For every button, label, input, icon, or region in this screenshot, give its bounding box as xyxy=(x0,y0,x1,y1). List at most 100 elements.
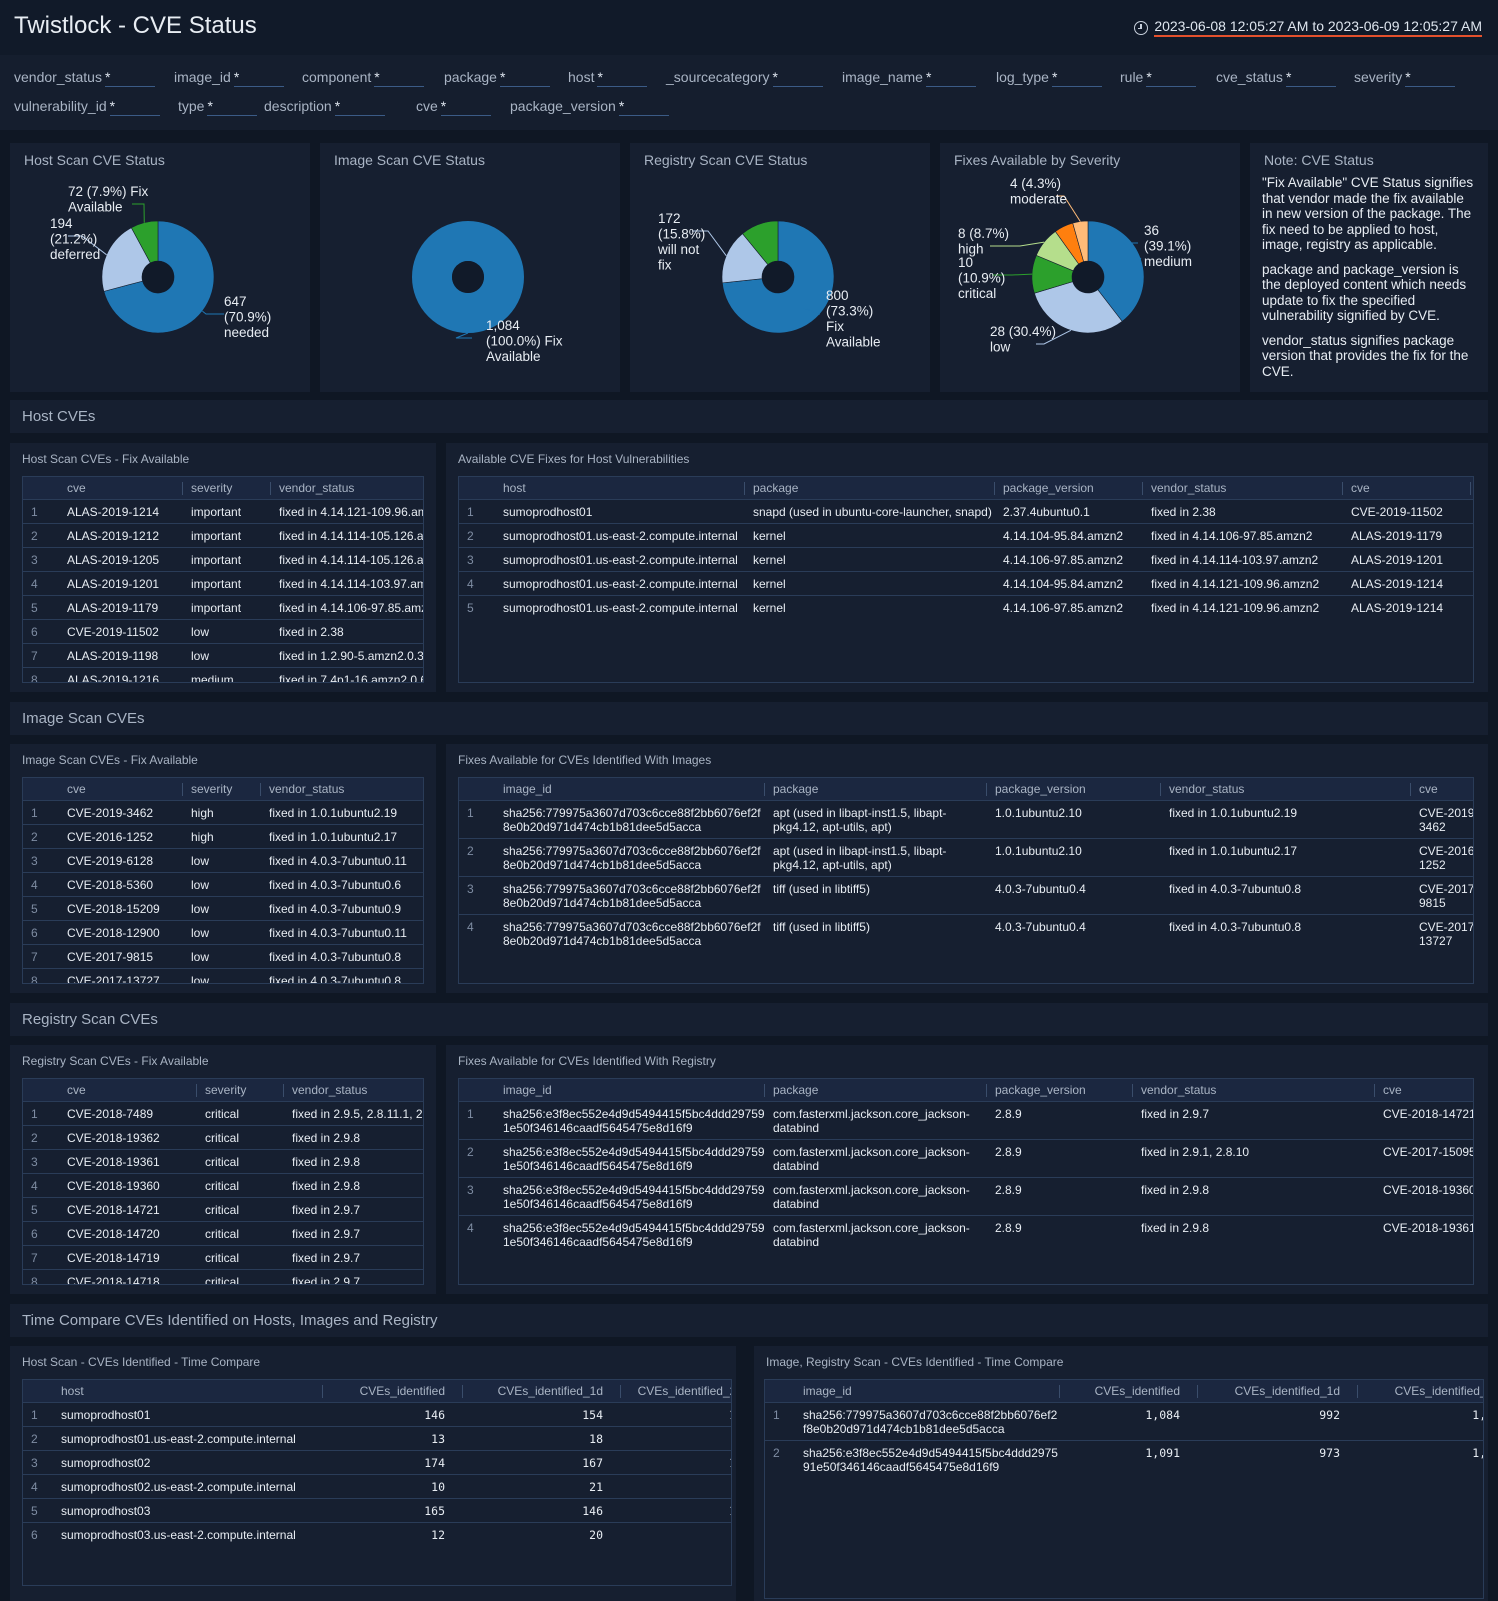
table-row[interactable]: 2 sha256:e3f8ec552e4d9d5494415f5bc4ddd297… xyxy=(459,1138,1473,1177)
table-row[interactable]: 1 sha256:779975a3607d703c6cce88f2bb6076ef… xyxy=(459,799,1473,838)
host-time-table[interactable]: host CVEs_identified CVEs_identified_1d CVE… xyxy=(22,1379,732,1586)
table-row[interactable]: 1 sumoprodhost01 snapd (used in ubuntu-cor… xyxy=(459,498,1473,523)
filter-input[interactable] xyxy=(334,98,385,116)
table-row[interactable]: 5sumoprodhost0316514614 xyxy=(23,1497,731,1522)
column-header-cves-identified[interactable]: CVEs_identified xyxy=(323,1380,463,1402)
filter-input[interactable] xyxy=(772,69,823,87)
column-header-package[interactable]: package xyxy=(765,1079,987,1101)
table-row[interactable]: 2 sumoprodhost01.us-east-2.compute.intern… xyxy=(459,522,1473,547)
table-row[interactable]: 3 sumoprodhost01.us-east-2.compute.intern… xyxy=(459,546,1473,571)
registry-avail-table[interactable]: image_id package package_version vendor_sta… xyxy=(458,1078,1474,1285)
filter-severity[interactable]: severity xyxy=(1354,69,1456,87)
column-header-package-version[interactable]: package_version xyxy=(995,477,1143,499)
registry-fix-table[interactable]: cve severity vendor_status 1 CVE-2018-7489 cr… xyxy=(22,1078,424,1285)
table-row[interactable]: 5 ALAS-2019-1179 important fixed in 4.14.10… xyxy=(23,594,423,619)
filter-vulnerability-id[interactable]: vulnerability_id xyxy=(14,98,160,116)
filter-input[interactable] xyxy=(925,69,976,87)
filter-image-name[interactable]: image_name xyxy=(842,69,976,87)
table-row[interactable]: 6 CVE-2019-11502 low fixed in 2.38 xyxy=(23,618,423,643)
table-row[interactable]: 4 ALAS-2019-1201 important fixed in 4.14.11… xyxy=(23,570,423,595)
table-row[interactable]: 4 sumoprodhost02.us-east-2.compute.intern… xyxy=(23,1473,731,1498)
table-row[interactable]: 6 sumoprodhost03.us-east-2.compute.intern… xyxy=(23,1521,731,1546)
host-fix-table[interactable]: cve severity vendor_status 1 ALAS-2019-1214 i… xyxy=(22,476,424,683)
table-row[interactable]: 5 CVE-2018-14721 critical fixed in 2.9.7 xyxy=(23,1196,423,1221)
column-header-cves-identified-1d[interactable]: CVEs_identified_1d xyxy=(1198,1380,1358,1402)
table-row[interactable]: 8 CVE-2017-13727 low fixed in 4.0.3-7ubuntu… xyxy=(23,967,423,983)
filter-package[interactable]: package xyxy=(444,69,550,87)
table-row[interactable]: 2 sha256:779975a3607d703c6cce88f2bb6076ef… xyxy=(459,837,1473,876)
column-header-cves-identified-1d[interactable]: CVEs_identified_1d xyxy=(463,1380,621,1402)
filter-host[interactable]: host xyxy=(568,69,648,87)
column-header-package-version[interactable]: package_version xyxy=(987,1079,1133,1101)
column-header-cve[interactable]: cve xyxy=(1343,477,1471,499)
table-row[interactable]: 2 CVE-2018-19362 critical fixed in 2.9.8 xyxy=(23,1124,423,1149)
filter-package-version[interactable]: package_version xyxy=(510,98,669,116)
column-header-severity[interactable]: severity xyxy=(183,477,271,499)
column-header-package[interactable]: package xyxy=(745,477,995,499)
filter-input[interactable] xyxy=(104,69,155,87)
table-row[interactable]: 4 CVE-2018-5360 low fixed in 4.0.3-7ubuntu0… xyxy=(23,871,423,896)
filter-input[interactable] xyxy=(1405,69,1456,87)
filter-input[interactable] xyxy=(618,98,669,116)
filter-vendor-status[interactable]: vendor_status xyxy=(14,69,155,87)
filter-input[interactable] xyxy=(1051,69,1102,87)
column-header-severity[interactable]: severity xyxy=(197,1079,284,1101)
filter-input[interactable] xyxy=(499,69,550,87)
table-row[interactable]: 5 CVE-2018-15209 low fixed in 4.0.3-7ubuntu… xyxy=(23,895,423,920)
column-header-severity[interactable]: severity xyxy=(1471,477,1473,499)
filter-cve-status[interactable]: cve_status xyxy=(1216,69,1336,87)
time-range-text[interactable]: 2023-06-08 12:05:27 AM to 2023-06-09 12:… xyxy=(1154,18,1482,37)
table-row[interactable]: 3 CVE-2019-6128 low fixed in 4.0.3-7ubuntu0… xyxy=(23,847,423,872)
table-row[interactable]: 1 sha256:e3f8ec552e4d9d5494415f5bc4ddd297… xyxy=(459,1100,1473,1139)
table-row[interactable]: 4 sha256:779975a3607d703c6cce88f2bb6076ef… xyxy=(459,913,1473,952)
filter-log-type[interactable]: log_type xyxy=(996,69,1102,87)
filter-description[interactable]: description xyxy=(264,98,385,116)
filter-image-id[interactable]: image_id xyxy=(174,69,284,87)
filter-input[interactable] xyxy=(109,98,160,116)
host-avail-table[interactable]: host package package_version vendor_status c… xyxy=(458,476,1474,683)
column-header-vendor-status[interactable]: vendor_status xyxy=(1143,477,1343,499)
filter-sourcecategory[interactable]: _sourcecategory xyxy=(666,69,823,87)
column-header-vendor-status[interactable]: vendor_status xyxy=(1161,778,1411,800)
table-row[interactable]: 8 CVE-2018-14718 critical fixed in 2.9.7 xyxy=(23,1268,423,1284)
table-row[interactable]: 3 CVE-2018-19361 critical fixed in 2.9.8 xyxy=(23,1148,423,1173)
column-header-vendor-status[interactable]: vendor_status xyxy=(1133,1079,1375,1101)
table-row[interactable]: 5 sumoprodhost01.us-east-2.compute.intern… xyxy=(459,594,1473,619)
table-row[interactable]: 4 sumoprodhost01.us-east-2.compute.intern… xyxy=(459,570,1473,595)
image-fix-table[interactable]: cve severity vendor_status 1 CVE-2019-3462 hi… xyxy=(22,777,424,984)
column-header-host[interactable]: host xyxy=(495,477,745,499)
table-row[interactable]: 2 sumoprodhost01.us-east-2.compute.intern… xyxy=(23,1425,731,1450)
table-row[interactable]: 3 ALAS-2019-1205 important fixed in 4.14.11… xyxy=(23,546,423,571)
table-row[interactable]: 7 ALAS-2019-1198 low fixed in 1.2.90-5.amzn… xyxy=(23,642,423,667)
column-header-cve[interactable]: cve xyxy=(59,477,183,499)
table-row[interactable]: 3sumoprodhost0217416719 xyxy=(23,1449,731,1474)
table-row[interactable]: 1 ALAS-2019-1214 important fixed in 4.14.12… xyxy=(23,498,423,523)
filter-rule[interactable]: rule xyxy=(1120,69,1197,87)
table-row[interactable]: 3 sha256:e3f8ec552e4d9d5494415f5bc4ddd297… xyxy=(459,1176,1473,1215)
filter-input[interactable] xyxy=(374,69,425,87)
table-row[interactable]: 8 ALAS-2019-1216 medium fixed in 7.4p1-16.a… xyxy=(23,666,423,682)
column-header-cves-identified-2d[interactable]: CVEs_identified_2d xyxy=(621,1380,731,1402)
column-header-image-id[interactable]: image_id xyxy=(495,1079,765,1101)
table-row[interactable]: 7 CVE-2017-9815 low fixed in 4.0.3-7ubuntu0… xyxy=(23,943,423,968)
column-header-vendor-status[interactable]: vendor_status xyxy=(261,778,423,800)
time-range-picker[interactable]: 2023-06-08 12:05:27 AM to 2023-06-09 12:… xyxy=(1134,18,1482,37)
filter-input[interactable] xyxy=(233,69,284,87)
column-header-cve[interactable]: cve xyxy=(1375,1079,1473,1101)
table-row[interactable]: 1 CVE-2018-7489 critical fixed in 2.9.5, 2.… xyxy=(23,1100,423,1125)
table-row[interactable]: 1 CVE-2019-3462 high fixed in 1.0.1ubuntu2.… xyxy=(23,799,423,824)
filter-component[interactable]: component xyxy=(302,69,425,87)
image-time-table[interactable]: image_id CVEs_identified CVEs_identified_1… xyxy=(764,1379,1484,1599)
table-row[interactable]: 6 CVE-2018-14720 critical fixed in 2.9.7 xyxy=(23,1220,423,1245)
image-avail-table[interactable]: image_id package package_version vendor_sta… xyxy=(458,777,1474,984)
table-row[interactable]: 7 CVE-2018-14719 critical fixed in 2.9.7 xyxy=(23,1244,423,1269)
filter-type[interactable]: type xyxy=(178,98,258,116)
column-header-package[interactable]: package xyxy=(765,778,987,800)
filter-input[interactable] xyxy=(1285,69,1336,87)
table-row[interactable]: 2 CVE-2016-1252 high fixed in 1.0.1ubuntu2.… xyxy=(23,823,423,848)
table-row[interactable]: 2 ALAS-2019-1212 important fixed in 4.14.11… xyxy=(23,522,423,547)
column-header-cves-identified-2d[interactable]: CVEs_identified_2d xyxy=(1358,1380,1483,1402)
filter-input[interactable] xyxy=(597,69,648,87)
table-row[interactable]: 3 sha256:779975a3607d703c6cce88f2bb6076ef… xyxy=(459,875,1473,914)
column-header-package-version[interactable]: package_version xyxy=(987,778,1161,800)
